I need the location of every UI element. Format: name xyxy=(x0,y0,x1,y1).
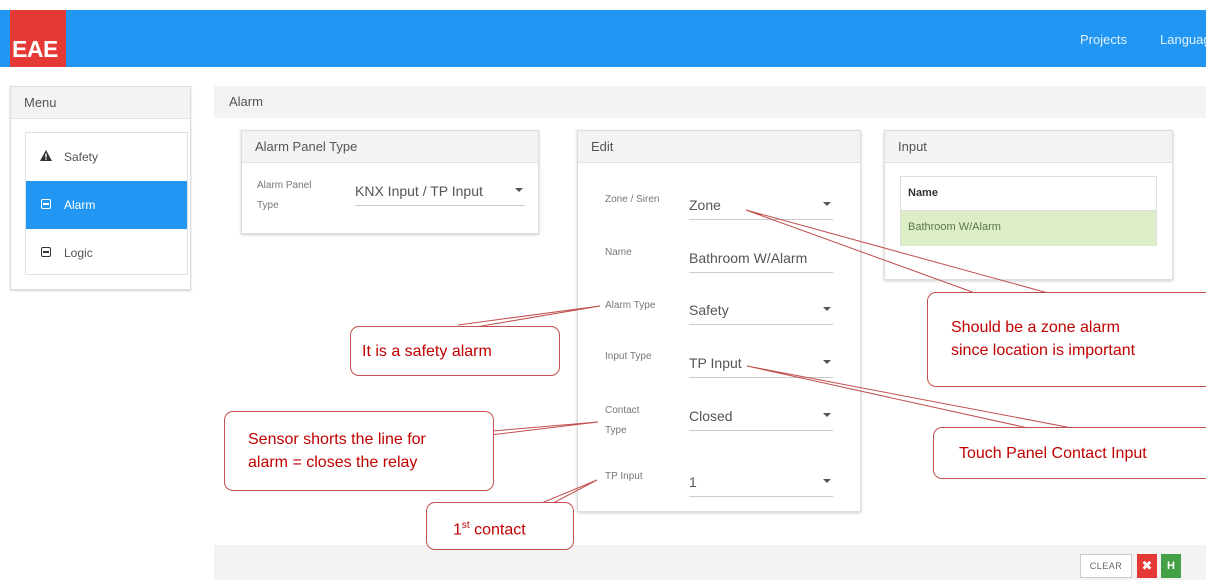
annotation-sup: st xyxy=(461,520,470,531)
annotation-safety: It is a safety alarm xyxy=(350,326,560,376)
annotation-text: since location is important xyxy=(951,342,1136,359)
annotation-text: 1 xyxy=(453,521,462,539)
annotation-first-contact: 1st contact xyxy=(426,502,574,550)
annotation-text: It is a safety alarm xyxy=(362,343,492,360)
annotation-text: alarm = closes the relay xyxy=(248,454,418,471)
annotation-sensor: Sensor shorts the line for alarm = close… xyxy=(224,411,494,491)
page: EAE Projects Language Menu Safety Alarm … xyxy=(0,0,1206,580)
leader-line xyxy=(457,305,601,329)
annotation-text: Sensor shorts the line for xyxy=(248,431,426,448)
annotation-text: Should be a zone alarm xyxy=(951,319,1120,336)
leader-line xyxy=(745,209,1049,294)
annotation-text: Touch Panel Contact Input xyxy=(959,445,1147,462)
annotation-text: contact xyxy=(469,521,526,539)
annotation-leaders xyxy=(409,209,1073,513)
annotation-touch-panel: Touch Panel Contact Input xyxy=(933,427,1206,479)
annotation-zone: Should be a zone alarm since location is… xyxy=(927,292,1206,387)
